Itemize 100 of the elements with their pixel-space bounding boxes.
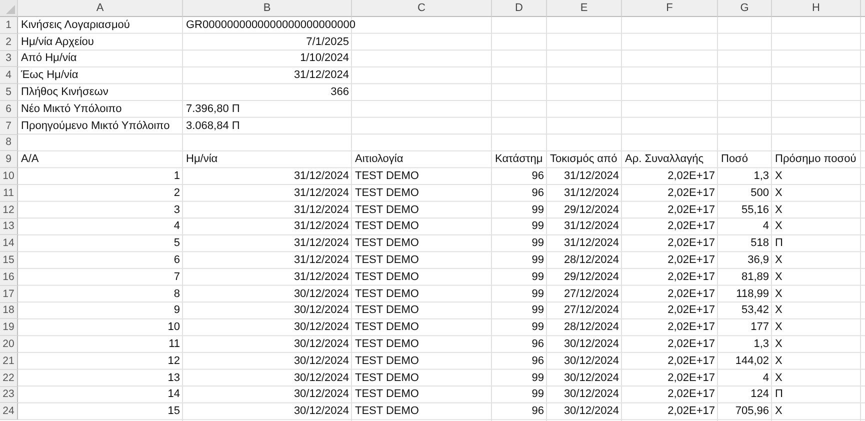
table-cell-text: 4 — [762, 370, 770, 386]
row-header[interactable]: 20 — [0, 336, 18, 353]
table-cell-text: 31/12/2024 — [292, 169, 350, 184]
table-cell-text: 4 — [172, 219, 181, 234]
table-cell-text: 31/12/2024 — [292, 270, 350, 285]
table-cell-text: 7 — [172, 270, 181, 285]
table-cell-text: Πρόσημο ποσού — [774, 152, 858, 168]
table-cell-text: TEST DEMO — [354, 219, 420, 234]
table-cell-text: 7/1/2025 — [305, 34, 350, 50]
table-cell-text: TEST DEMO — [354, 337, 420, 352]
row-header[interactable]: 21 — [0, 352, 18, 370]
row-header[interactable]: 9 — [0, 151, 18, 168]
row-header[interactable]: 15 — [0, 252, 18, 269]
row-header[interactable]: 4 — [0, 67, 18, 84]
table-cell-text: 30/12/2024 — [292, 370, 350, 386]
table-cell-text: Ημ/νία Αρχείου — [20, 34, 95, 50]
table-cell-text: Τοκισμός από — [549, 152, 618, 168]
table-cell-text: 4 — [762, 219, 770, 234]
table-cell-text: Π — [774, 387, 784, 402]
table-cell-text: 124 — [750, 387, 770, 402]
table-cell-text: 31/12/2024 — [562, 236, 620, 252]
table-cell-text: 1,3 — [752, 169, 770, 184]
table-cell-text: TEST DEMO — [354, 253, 420, 268]
table-cell-text: Χ — [774, 270, 784, 285]
table-cell-text: 2,02E+17 — [666, 303, 716, 318]
table-cell-text: 3.068,84 Π — [185, 118, 241, 134]
table-cell-text: Ημ/νία — [185, 152, 219, 168]
table-cell-text: 2,02E+17 — [666, 286, 716, 302]
table-cell-text: 99 — [530, 387, 545, 402]
table-cell-text: 2 — [172, 186, 181, 201]
table-cell-text: 12 — [166, 354, 181, 369]
table-cell-text: TEST DEMO — [354, 286, 420, 302]
table-cell-text: 31/12/2024 — [292, 68, 350, 84]
row-header[interactable]: 5 — [0, 84, 18, 101]
table-cell-text: 53,42 — [740, 303, 770, 318]
table-cell-text: 31/12/2024 — [562, 219, 620, 234]
table-cell-text: 31/12/2024 — [292, 253, 350, 268]
table-cell-text: 96 — [530, 169, 545, 184]
row-header[interactable]: 12 — [0, 202, 18, 219]
table-cell-text: 118,99 — [735, 286, 770, 302]
table-cell-text: 3 — [172, 202, 181, 218]
table-cell-text: 96 — [530, 186, 545, 201]
row-header[interactable]: 23 — [0, 386, 18, 404]
table-cell-text: 2,02E+17 — [666, 169, 716, 184]
table-cell-text: 96 — [530, 354, 545, 369]
row-header[interactable]: 13 — [0, 218, 18, 236]
table-cell-text: 13 — [166, 370, 181, 386]
row-header[interactable]: 3 — [0, 50, 18, 68]
table-cell-text: TEST DEMO — [354, 303, 420, 318]
row-header[interactable]: 8 — [0, 134, 18, 152]
table-cell-text: TEST DEMO — [354, 320, 420, 336]
table-cell-text: 31/12/2024 — [562, 186, 620, 201]
table-cell-text: 99 — [530, 270, 545, 285]
row-header[interactable]: 19 — [0, 319, 18, 336]
table-cell-text: 30/12/2024 — [292, 404, 350, 420]
row-header[interactable]: 7 — [0, 118, 18, 135]
table-cell-text: 2,02E+17 — [666, 370, 716, 386]
table-cell-text: TEST DEMO — [354, 270, 420, 285]
table-cell-text: 99 — [530, 236, 545, 252]
table-cell-text: 500 — [750, 186, 770, 201]
table-cell-text: Χ — [774, 404, 784, 420]
row-header[interactable]: 17 — [0, 286, 18, 303]
table-cell-text: 99 — [530, 320, 545, 336]
table-cell-text: Έως Ημ/νία — [20, 68, 80, 84]
row-header[interactable]: 2 — [0, 34, 18, 51]
table-cell-text: Νέο Μικτό Υπόλοιπο — [20, 102, 123, 117]
table-cell-text: Κινήσεις Λογαριασμού — [20, 18, 131, 33]
table-cell-text: 96 — [530, 404, 545, 420]
table-cell-text: TEST DEMO — [354, 354, 420, 369]
row-header[interactable]: 24 — [0, 403, 18, 420]
table-cell-text: 30/12/2024 — [292, 320, 350, 336]
row-header[interactable]: 10 — [0, 168, 18, 185]
table-cell-text: 30/12/2024 — [562, 387, 620, 402]
table-cell-text: 11 — [168, 337, 181, 352]
row-header[interactable]: 6 — [0, 100, 18, 118]
table-cell-text: 8 — [172, 286, 181, 302]
row-header[interactable]: 18 — [0, 302, 18, 320]
table-cell-text: 31/12/2024 — [292, 186, 350, 201]
table-cell-text: Χ — [774, 303, 784, 318]
row-header[interactable]: 14 — [0, 235, 18, 252]
table-cell-text: 28/12/2024 — [562, 320, 620, 336]
table-cell-text: 15 — [166, 404, 181, 420]
table-cell-text: Α/Α — [20, 152, 40, 168]
row-header[interactable]: 11 — [0, 184, 18, 202]
table-cell-text: 2,02E+17 — [666, 219, 716, 234]
row-header[interactable]: 22 — [0, 370, 18, 387]
table-cell-text: 99 — [530, 370, 545, 386]
select-all-corner[interactable] — [0, 0, 18, 17]
table-cell-text: 27/12/2024 — [562, 286, 620, 302]
table-cell-text: TEST DEMO — [354, 202, 420, 218]
table-cell-text: 177 — [750, 320, 770, 336]
table-cell-text: 2,02E+17 — [666, 253, 716, 268]
table-cell-text: 30/12/2024 — [562, 370, 620, 386]
table-cell-text: 2,02E+17 — [666, 320, 716, 336]
table-cell-text: 2,02E+17 — [666, 404, 716, 420]
row-header[interactable]: 1 — [0, 17, 18, 34]
table-cell-text: 30/12/2024 — [292, 303, 350, 318]
table-cell-text: 31/12/2024 — [292, 202, 350, 218]
table-cell-text: Χ — [774, 286, 784, 302]
row-header[interactable]: 16 — [0, 268, 18, 286]
